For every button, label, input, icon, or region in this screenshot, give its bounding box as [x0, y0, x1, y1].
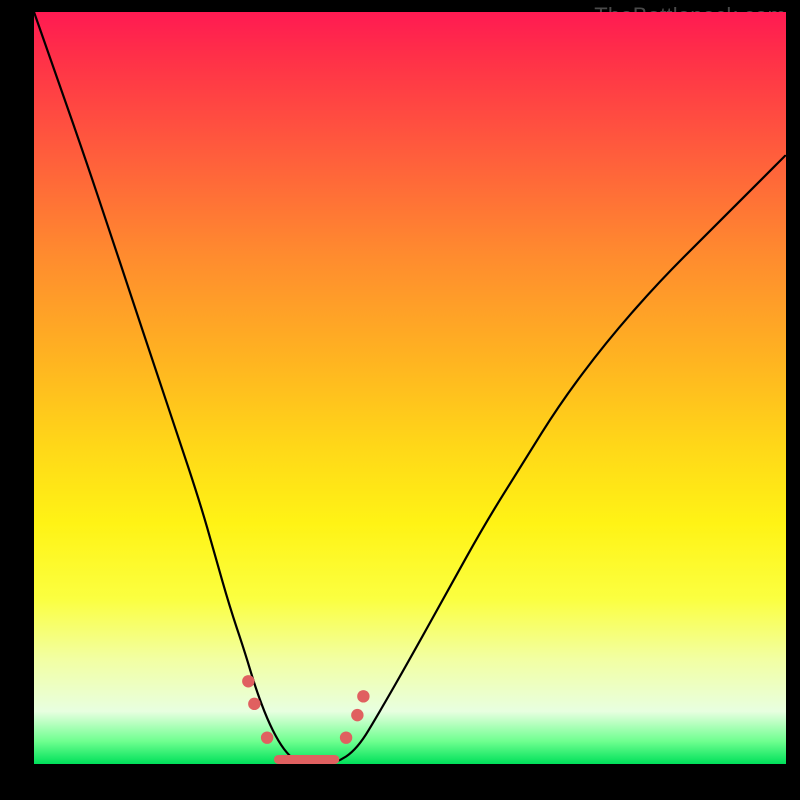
marker-dot: [242, 675, 254, 687]
plot-area: [34, 12, 786, 764]
chart-frame: TheBottleneck.com: [0, 0, 800, 800]
marker-dot: [340, 731, 352, 743]
marker-dot: [261, 731, 273, 743]
marker-dot: [351, 709, 363, 721]
marker-dot: [357, 690, 369, 702]
curve-svg: [34, 12, 786, 764]
bottleneck-curve: [34, 12, 786, 764]
highlight-markers: [242, 675, 369, 759]
marker-dot: [248, 698, 260, 710]
